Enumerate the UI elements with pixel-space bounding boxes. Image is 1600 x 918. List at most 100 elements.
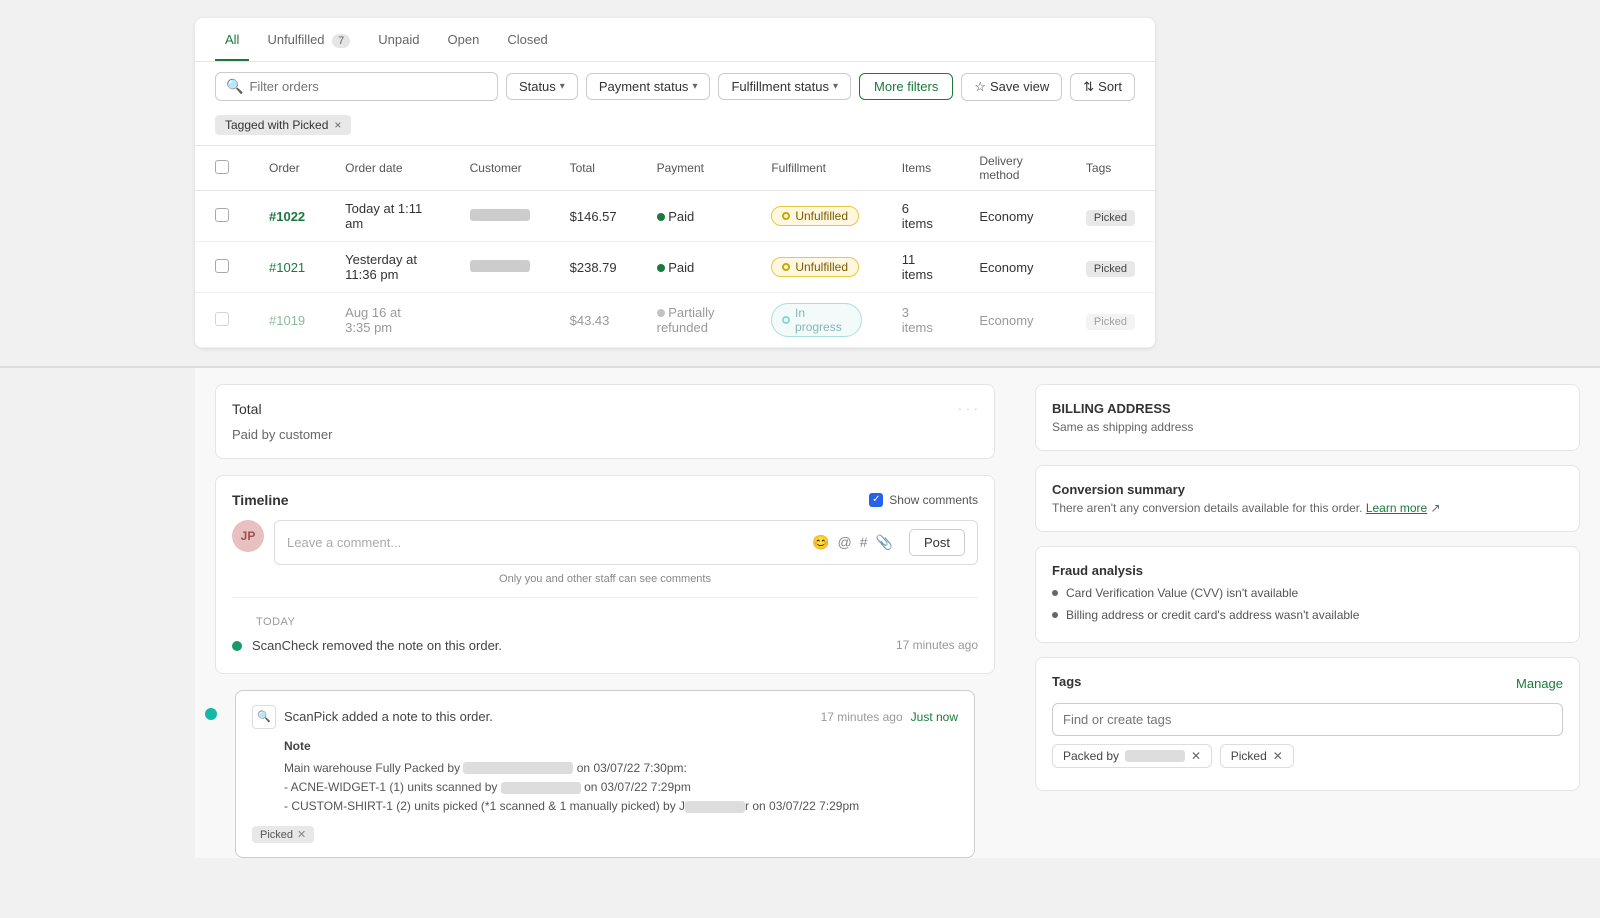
search-box[interactable]: 🔍 xyxy=(215,72,498,101)
total-dots: · · · xyxy=(958,401,978,416)
remove-picked-icon[interactable]: ✕ xyxy=(297,828,306,841)
unfulfilled-badge: 7 xyxy=(332,34,350,48)
items: 11 items xyxy=(882,242,960,293)
fulfillment-status-filter-button[interactable]: Fulfillment status ▾ xyxy=(718,73,851,100)
tags-list: Packed by ✕ Picked ✕ xyxy=(1052,744,1563,774)
col-payment: Payment xyxy=(637,146,752,191)
conversion-title: Conversion summary xyxy=(1052,482,1563,497)
col-items: Items xyxy=(882,146,960,191)
billing-title: BILLING ADDRESS xyxy=(1052,401,1563,416)
save-view-button[interactable]: ☆ Save view xyxy=(961,73,1062,101)
star-icon: ☆ xyxy=(974,79,986,95)
hashtag-icon[interactable]: # xyxy=(860,534,868,550)
payment-chevron-icon: ▾ xyxy=(692,81,697,92)
mention-icon[interactable]: @ xyxy=(838,534,852,550)
emoji-icon[interactable]: 😊 xyxy=(812,534,829,551)
items: 6 items xyxy=(882,191,960,242)
timeline-date: TODAY xyxy=(256,616,978,628)
more-filters-button[interactable]: More filters xyxy=(859,73,953,100)
comment-area: JP Leave a comment... 😊 @ # 📎 Post xyxy=(232,520,978,565)
teal-dot xyxy=(205,708,217,720)
payment-status-filter-button[interactable]: Payment status ▾ xyxy=(586,73,711,100)
row-checkbox[interactable] xyxy=(215,259,229,273)
tag-picked: Picked ✕ xyxy=(1220,744,1294,768)
status-filter-button[interactable]: Status ▾ xyxy=(506,73,578,100)
tab-open[interactable]: Open xyxy=(438,18,490,61)
col-customer: Customer xyxy=(450,146,550,191)
customer xyxy=(450,293,550,348)
tag-packed-by: Packed by ✕ xyxy=(1052,744,1212,768)
total-label: Total xyxy=(232,401,262,417)
bottom-section: Total · · · Paid by customer Timeline Sh… xyxy=(0,368,1600,858)
order-link[interactable]: #1019 xyxy=(269,313,305,328)
sort-icon: ⇅ xyxy=(1083,79,1094,95)
total: $43.43 xyxy=(550,293,637,348)
remove-picked-tag-icon[interactable]: ✕ xyxy=(1273,749,1283,763)
attachment-icon[interactable]: 📎 xyxy=(876,534,893,551)
table-row: #1019Aug 16 at 3:35 pm$43.43 Partially r… xyxy=(195,293,1155,348)
conversion-card: Conversion summary There aren't any conv… xyxy=(1035,465,1580,532)
active-filter-tag: Tagged with Picked × xyxy=(215,115,351,135)
note-section: Note Main warehouse Fully Packed by on 0… xyxy=(284,739,958,817)
tab-all[interactable]: All xyxy=(215,18,249,61)
show-comments-checkbox[interactable] xyxy=(869,493,883,507)
post-button[interactable]: Post xyxy=(909,529,965,556)
learn-more-link[interactable]: Learn more xyxy=(1366,501,1427,515)
search-icon: 🔍 xyxy=(226,78,243,95)
filters-row: 🔍 Status ▾ Payment status ▾ Fulfillment … xyxy=(195,62,1155,111)
show-comments-toggle[interactable]: Show comments xyxy=(869,493,978,507)
timeline-event: ScanCheck removed the note on this order… xyxy=(232,634,978,657)
tags: Picked xyxy=(1066,242,1155,293)
in-progress-badge: In progress xyxy=(771,303,861,337)
payment: Paid xyxy=(637,242,752,293)
fraud-card: Fraud analysis Card Verification Value (… xyxy=(1035,546,1580,643)
row-checkbox[interactable] xyxy=(215,312,229,326)
right-panel: BILLING ADDRESS Same as shipping address… xyxy=(1015,368,1600,858)
delivery-method: Economy xyxy=(959,191,1066,242)
total-card: Total · · · Paid by customer xyxy=(215,384,995,459)
fraud-dot-1 xyxy=(1052,590,1058,596)
row-checkbox[interactable] xyxy=(215,208,229,222)
highlight-action: ScanPick added a note to this order. xyxy=(284,709,493,724)
manage-tags-link[interactable]: Manage xyxy=(1516,676,1563,691)
timeline-events: TODAY ScanCheck removed the note on this… xyxy=(232,597,978,657)
note-body: Main warehouse Fully Packed by on 03/07/… xyxy=(284,759,958,817)
comment-input-wrap[interactable]: Leave a comment... 😊 @ # 📎 Post xyxy=(274,520,978,565)
select-all-checkbox[interactable] xyxy=(215,160,229,174)
table-row: #1021Yesterday at 11:36 pm$238.79 Paid U… xyxy=(195,242,1155,293)
fraud-dot-2 xyxy=(1052,612,1058,618)
order-link[interactable]: #1022 xyxy=(269,209,305,224)
just-now-label: Just now xyxy=(911,710,958,724)
tab-unpaid[interactable]: Unpaid xyxy=(368,18,429,61)
delivery-method: Economy xyxy=(959,293,1066,348)
order-detail-panel: Total · · · Paid by customer Timeline Sh… xyxy=(195,368,1015,858)
note-title: Note xyxy=(284,739,958,753)
remove-packed-by-icon[interactable]: ✕ xyxy=(1191,749,1201,763)
billing-card: BILLING ADDRESS Same as shipping address xyxy=(1035,384,1580,451)
highlight-time: 17 minutes ago Just now xyxy=(821,710,958,724)
highlight-card: 🔍 ScanPick added a note to this order. 1… xyxy=(235,690,975,858)
paid-dot xyxy=(657,264,665,272)
timeline-dot xyxy=(232,641,242,651)
customer xyxy=(450,191,550,242)
sort-button[interactable]: ⇅ Sort xyxy=(1070,73,1135,101)
redacted-1 xyxy=(463,762,573,774)
order-link[interactable]: #1021 xyxy=(269,260,305,275)
col-tags: Tags xyxy=(1066,146,1155,191)
order-date: Yesterday at 11:36 pm xyxy=(325,242,449,293)
list-item: Billing address or credit card's address… xyxy=(1052,604,1563,626)
tags-input[interactable] xyxy=(1052,703,1563,736)
col-total: Total xyxy=(550,146,637,191)
fulfillment: In progress xyxy=(751,293,881,348)
tab-unfulfilled[interactable]: Unfulfilled 7 xyxy=(257,18,360,61)
tags: Picked xyxy=(1066,191,1155,242)
tags-title: Tags xyxy=(1052,674,1081,689)
tabs-row: All Unfulfilled 7 Unpaid Open Closed xyxy=(195,18,1155,62)
fulfillment: Unfulfilled xyxy=(751,242,881,293)
staff-note: Only you and other staff can see comment… xyxy=(232,573,978,585)
tab-closed[interactable]: Closed xyxy=(497,18,557,61)
remove-filter-icon[interactable]: × xyxy=(334,118,341,132)
status-chevron-icon: ▾ xyxy=(560,81,565,92)
picked-tag: Picked xyxy=(1086,314,1135,330)
search-input[interactable] xyxy=(249,79,487,94)
